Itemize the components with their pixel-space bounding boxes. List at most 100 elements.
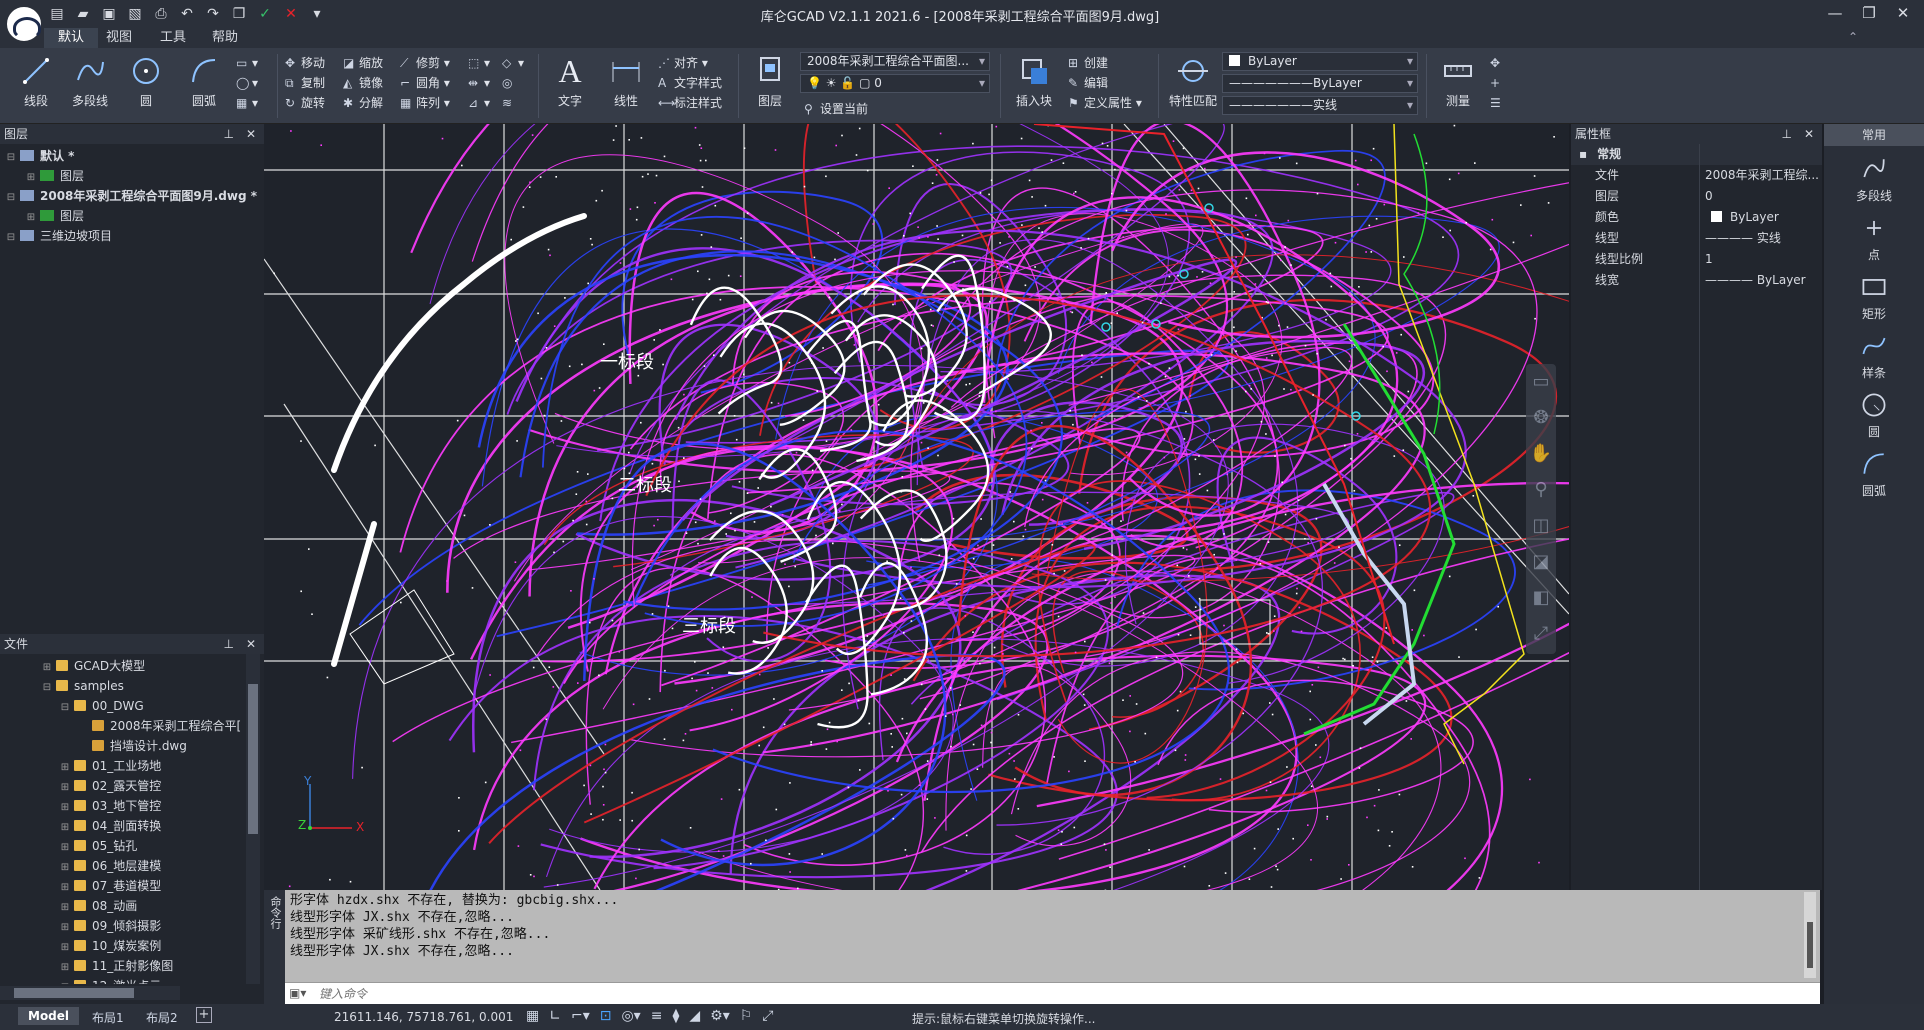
file-tree-item[interactable]: 2008年采剥工程综合平[ bbox=[0, 716, 264, 736]
insert-block-button[interactable]: 插入块 bbox=[1008, 54, 1060, 118]
drawing-svg[interactable] bbox=[264, 124, 1569, 890]
property-row[interactable]: 线宽 ———— ByLayer bbox=[1571, 270, 1822, 291]
tool-palette-tab[interactable]: 常用 bbox=[1824, 124, 1924, 146]
fullscreen-icon[interactable]: ⤢ bbox=[762, 1008, 773, 1024]
nav-extents-icon[interactable]: ⤢ bbox=[1526, 616, 1556, 652]
layer-tree-item[interactable]: ⊞ 图层 bbox=[0, 206, 264, 226]
nav-view-cube-icon[interactable]: ◫ bbox=[1526, 508, 1556, 544]
expand-icon[interactable]: ⊞ bbox=[60, 838, 70, 858]
close-red-icon[interactable]: ✕ bbox=[282, 5, 300, 23]
match-properties-button[interactable]: 特性匹配 bbox=[1164, 54, 1222, 118]
chamfer-icon[interactable]: ⊿ ▾ bbox=[468, 94, 490, 113]
app-logo[interactable] bbox=[4, 4, 44, 44]
file-tree-item[interactable]: ⊞ 02_露天管控 bbox=[0, 776, 264, 796]
pin-icon[interactable]: ⊥ bbox=[224, 634, 234, 654]
property-value[interactable]: 0 bbox=[1705, 186, 1819, 207]
text-style-button[interactable]: A 文字样式 bbox=[658, 74, 722, 93]
file-tree-item[interactable]: ⊞ 08_动画 bbox=[0, 896, 264, 916]
command-scrollbar-thumb[interactable] bbox=[1807, 922, 1813, 968]
offset-icon[interactable]: ◎ bbox=[502, 74, 518, 93]
file-tree-item[interactable]: ⊟ 00_DWG bbox=[0, 696, 264, 716]
expand-icon[interactable]: ⊞ bbox=[60, 878, 70, 898]
new-icon[interactable]: ▤ bbox=[48, 5, 66, 23]
file-tree-item[interactable]: 挡墙设计.dwg bbox=[0, 736, 264, 756]
linetype-combo[interactable]: ———————ByLayer bbox=[1222, 74, 1418, 93]
file-tree-item[interactable]: ⊞ GCAD大模型 bbox=[0, 656, 264, 676]
file-tree-item[interactable]: ⊞ 04_剖面转换 bbox=[0, 816, 264, 836]
file-tree-item[interactable]: ⊟ samples bbox=[0, 676, 264, 696]
otrack-icon[interactable]: ◎▾ bbox=[621, 1008, 640, 1024]
nav-view-box-icon[interactable]: ◪ bbox=[1526, 544, 1556, 580]
color-combo[interactable]: ByLayer bbox=[1222, 52, 1418, 71]
command-scrollbar[interactable] bbox=[1804, 892, 1816, 978]
files-scrollbar[interactable] bbox=[246, 654, 260, 984]
array-button[interactable]: ▦ 阵列 ▾ bbox=[400, 94, 450, 113]
expand-icon[interactable]: ⊟ bbox=[6, 228, 16, 248]
check-icon[interactable]: ✓ bbox=[256, 5, 274, 23]
lineweight-combo[interactable]: ———————实线 bbox=[1222, 96, 1418, 115]
layout2-tab[interactable]: 布局2 bbox=[138, 1007, 186, 1028]
text-button[interactable]: A 文字 bbox=[544, 54, 596, 118]
nav-pan-icon[interactable]: ▭ bbox=[1526, 364, 1556, 400]
define-attribute-button[interactable]: ⚑ 定义属性 ▾ bbox=[1068, 94, 1142, 113]
layer-combo[interactable]: 💡 ☀ 🔓 ▢ 0 bbox=[800, 74, 990, 93]
palette-tool[interactable]: 样条 bbox=[1824, 323, 1924, 382]
stretch-icon[interactable]: ⬚ ▾ bbox=[468, 54, 490, 73]
run-icon[interactable]: ⚐ bbox=[740, 1008, 753, 1024]
ellipse-tool-icon[interactable]: ◯ ▾ bbox=[236, 74, 258, 93]
layer-tree-item[interactable]: ⊟ 2008年采剥工程综合平面图9月.dwg * bbox=[0, 186, 264, 206]
hatch-tool-icon[interactable]: ▦ ▾ bbox=[236, 94, 258, 113]
expand-icon[interactable]: ⊞ bbox=[26, 208, 36, 228]
palette-tool[interactable]: 圆 bbox=[1824, 382, 1924, 441]
layer-manager-button[interactable]: 图层 bbox=[744, 54, 796, 118]
dropdown-icon[interactable]: ▾ bbox=[308, 5, 326, 23]
circle-button[interactable]: 圆 bbox=[120, 54, 172, 118]
expand-icon[interactable]: ⊞ bbox=[60, 938, 70, 958]
tab-default[interactable]: 默认 bbox=[44, 28, 99, 48]
point-icon[interactable]: + bbox=[1490, 74, 1506, 93]
properties-section[interactable]: ▪ 常规 bbox=[1571, 144, 1822, 165]
pin-icon[interactable]: ⊥ bbox=[224, 124, 234, 144]
nav-3d-icon[interactable]: ◧ bbox=[1526, 580, 1556, 616]
property-row[interactable]: 文件 2008年采剥工程综... bbox=[1571, 165, 1822, 186]
measure-button[interactable]: 测量 bbox=[1432, 54, 1484, 118]
ucs-toggle-icon[interactable]: ◢ bbox=[689, 1008, 700, 1024]
trim-button[interactable]: ⟋ 修剪 ▾ bbox=[400, 54, 450, 73]
expand-icon[interactable]: ⊟ bbox=[60, 698, 70, 718]
layer-tree-item[interactable]: ⊞ 图层 bbox=[0, 166, 264, 186]
scale-button[interactable]: ◪ 缩放 bbox=[343, 54, 383, 73]
dim-style-button[interactable]: ⟷标注样式 bbox=[658, 94, 722, 113]
expand-icon[interactable]: ⊟ bbox=[6, 148, 16, 168]
file-tree-item[interactable]: ⊞ 06_地层建模 bbox=[0, 856, 264, 876]
property-value[interactable]: ByLayer bbox=[1705, 207, 1819, 228]
palette-tool[interactable]: 点 bbox=[1824, 205, 1924, 264]
expand-icon[interactable]: ⊞ bbox=[60, 858, 70, 878]
pin-icon[interactable]: ⊥ bbox=[1782, 124, 1792, 144]
property-value[interactable]: ———— ByLayer bbox=[1705, 270, 1819, 291]
break-icon[interactable]: ⇹ ▾ bbox=[468, 74, 490, 93]
property-row[interactable]: 颜色 ByLayer bbox=[1571, 207, 1822, 228]
select-icon[interactable]: ⧫ bbox=[672, 1008, 679, 1024]
window-icon[interactable]: ❐ bbox=[230, 5, 248, 23]
file-tree-item[interactable]: ⊞ 01_工业场地 bbox=[0, 756, 264, 776]
tab-help[interactable]: 帮助 bbox=[198, 28, 252, 48]
save-as-icon[interactable]: ▧ bbox=[126, 5, 144, 23]
close-button[interactable]: ✕ bbox=[1886, 2, 1920, 24]
join-icon[interactable]: ≋ bbox=[502, 94, 518, 113]
expand-icon[interactable]: ⊞ bbox=[60, 778, 70, 798]
expand-icon[interactable]: ⊟ bbox=[42, 678, 52, 698]
close-panel-icon[interactable]: ✕ bbox=[1804, 124, 1814, 144]
settings-icon[interactable]: ⚙▾ bbox=[710, 1008, 730, 1024]
layout1-tab[interactable]: 布局1 bbox=[84, 1007, 132, 1028]
layer-tree-item[interactable]: ⊟ 默认 * bbox=[0, 146, 264, 166]
undo-icon[interactable]: ↶ bbox=[178, 5, 196, 23]
palette-tool[interactable]: 多段线 bbox=[1824, 146, 1924, 205]
property-row[interactable]: 线型比例 1 bbox=[1571, 249, 1822, 270]
drawing-canvas[interactable]: 一标段 二标段 三标段 ▭ ❂ ✋ ⚲ ◫ ◪ ◧ ⤢ X Y Z bbox=[264, 124, 1569, 890]
expand-icon[interactable]: ⊞ bbox=[60, 898, 70, 918]
edit-block-button[interactable]: ✎ 编辑 bbox=[1068, 74, 1108, 93]
polar-icon[interactable]: ⌐▾ bbox=[571, 1008, 590, 1024]
file-tree-item[interactable]: ⊞ 03_地下管控 bbox=[0, 796, 264, 816]
list-icon[interactable]: ☰ bbox=[1490, 94, 1506, 113]
file-tree-item[interactable]: ⊞ 05_钻孔 bbox=[0, 836, 264, 856]
